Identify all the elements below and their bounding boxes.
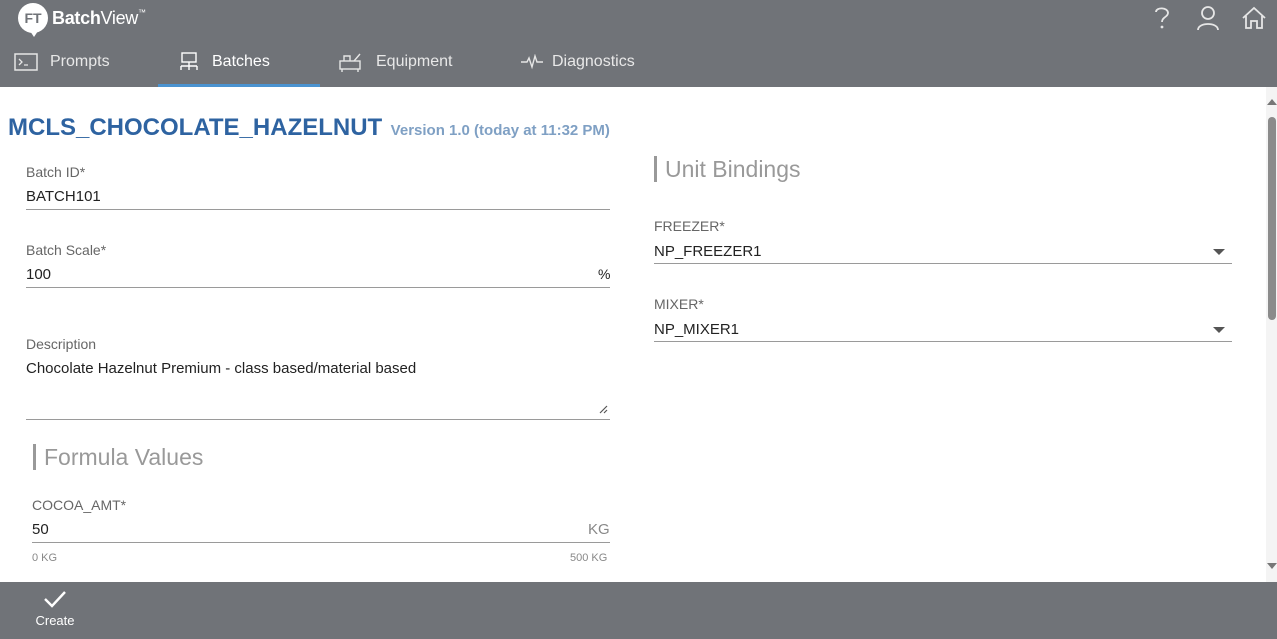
recipe-title: MCLS_CHOCOLATE_HAZELNUT — [8, 114, 383, 141]
cocoa-amt-input[interactable]: 50 — [32, 521, 49, 538]
action-footer: Create — [0, 582, 1277, 639]
cocoa-amt-min: 0 KG — [32, 552, 58, 564]
unit-bindings-heading: Unit Bindings — [654, 156, 801, 182]
chevron-down-icon[interactable] — [1213, 249, 1225, 255]
tab-label: Equipment — [376, 53, 453, 70]
batch-id-underline — [26, 209, 610, 210]
formula-values-heading: Formula Values — [33, 444, 203, 470]
tab-batches[interactable]: Batches — [158, 40, 320, 87]
trademark: ™ — [138, 7, 146, 17]
user-icon[interactable] — [1185, 0, 1231, 36]
description-label: Description — [26, 336, 97, 352]
mixer-label: MIXER* — [654, 296, 704, 312]
app-name-light: View — [100, 7, 139, 28]
batch-scale-input[interactable]: 100 — [26, 266, 51, 283]
home-icon[interactable] — [1231, 0, 1277, 36]
mixer-underline — [654, 341, 1232, 342]
freezer-underline — [654, 263, 1232, 264]
check-icon — [42, 588, 68, 613]
terminal-icon — [14, 52, 38, 72]
scroll-up-icon[interactable] — [1267, 99, 1277, 105]
vertical-scrollbar[interactable] — [1266, 87, 1277, 582]
freezer-label: FREEZER* — [654, 218, 725, 234]
tab-prompts[interactable]: Prompts — [0, 40, 158, 84]
equipment-icon — [338, 51, 364, 73]
recipe-version: Version 1.0 (today at 11:32 PM) — [390, 122, 610, 139]
freezer-select[interactable]: NP_FREEZER1 — [654, 243, 762, 260]
tab-label: Prompts — [50, 53, 110, 70]
batch-scale-unit: % — [598, 266, 611, 282]
batch-id-label: Batch ID* — [26, 164, 86, 180]
header-actions — [1139, 0, 1277, 36]
chevron-down-icon[interactable] — [1213, 327, 1225, 333]
description-underline — [26, 419, 610, 420]
batch-scale-underline — [26, 287, 610, 288]
batch-id-input[interactable]: BATCH101 — [26, 188, 101, 205]
app-logo: FT BatchView™ — [18, 2, 146, 37]
recipe-heading: MCLS_CHOCOLATE_HAZELNUT Version 1.0 (tod… — [8, 114, 610, 142]
app-header: FT BatchView™ Prompts Batches Equipment … — [0, 0, 1277, 87]
tab-label: Batches — [212, 53, 270, 70]
ft-logo-badge: FT — [18, 3, 48, 37]
cocoa-amt-label: COCOA_AMT* — [32, 497, 127, 513]
mixer-select[interactable]: NP_MIXER1 — [654, 321, 739, 338]
description-textarea[interactable]: Chocolate Hazelnut Premium - class based… — [26, 360, 416, 377]
batches-icon — [178, 51, 200, 73]
resize-handle-icon[interactable] — [598, 401, 608, 419]
create-label: Create — [35, 613, 75, 628]
tab-diagnostics[interactable]: Diagnostics — [500, 40, 660, 84]
main-tabs: Prompts Batches Equipment Diagnostics — [0, 40, 660, 87]
cocoa-amt-max: 500 KG — [570, 552, 608, 564]
pulse-icon — [520, 54, 544, 70]
batch-scale-label: Batch Scale* — [26, 242, 107, 258]
create-button[interactable]: Create — [30, 588, 80, 628]
cocoa-amt-underline — [32, 542, 610, 543]
tab-label: Diagnostics — [552, 53, 635, 70]
scroll-down-icon[interactable] — [1267, 563, 1277, 569]
tab-equipment[interactable]: Equipment — [320, 40, 500, 84]
cocoa-amt-unit: KG — [588, 521, 610, 538]
help-icon[interactable] — [1139, 0, 1185, 36]
batch-form: MCLS_CHOCOLATE_HAZELNUT Version 1.0 (tod… — [0, 87, 1266, 582]
app-name-bold: Batch — [52, 7, 101, 28]
scrollbar-thumb[interactable] — [1268, 117, 1276, 320]
